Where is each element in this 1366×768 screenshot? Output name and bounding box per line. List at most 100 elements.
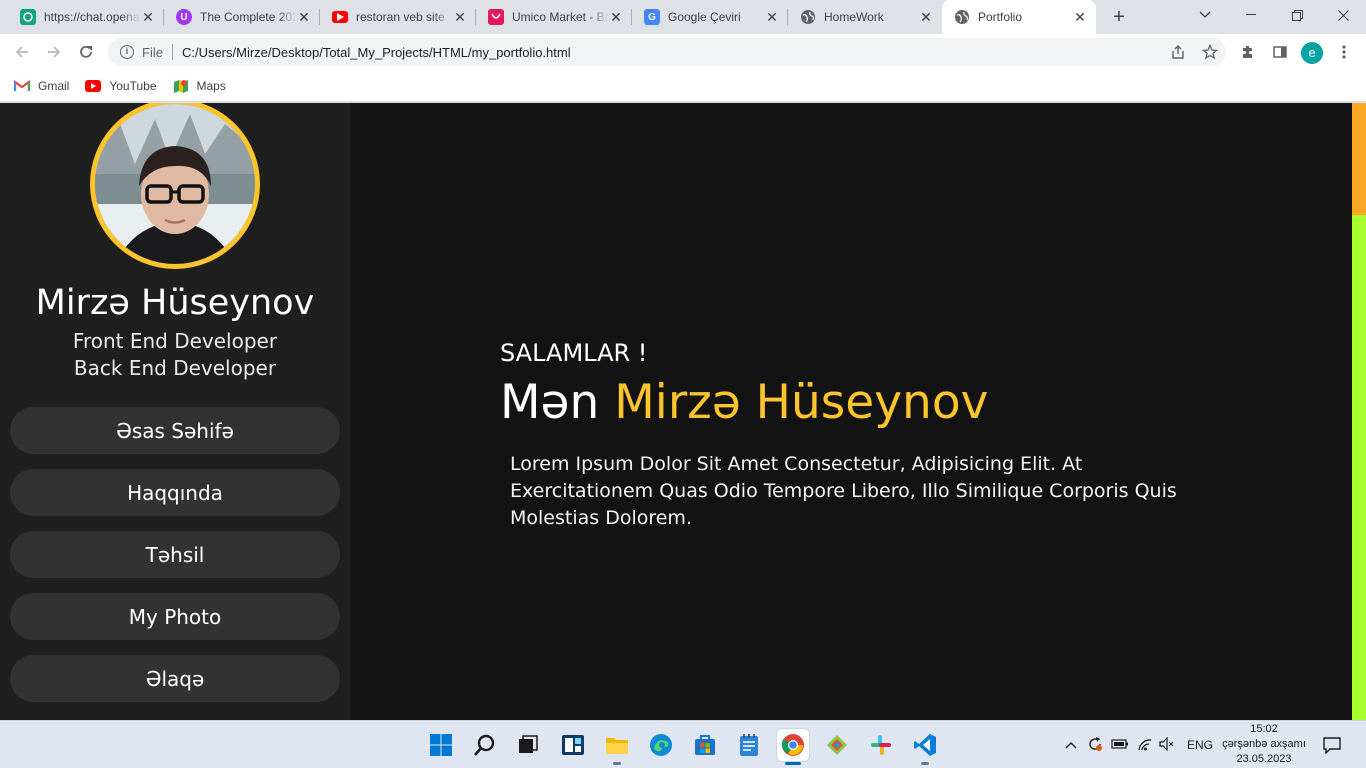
bookmark-youtube[interactable]: YouTube [85, 78, 157, 93]
url-text[interactable]: C:/Users/Mirze/Desktop/Total_My_Projects… [182, 45, 571, 60]
close-tab-icon[interactable]: ✕ [764, 9, 780, 25]
scheme-label: File [142, 44, 163, 60]
nav-photo-button[interactable]: My Photo [10, 593, 340, 640]
forward-icon[interactable] [42, 40, 66, 64]
hero-greeting: SALAMLAR ! [500, 339, 648, 367]
windows-start-icon[interactable] [425, 729, 457, 761]
address-bar[interactable]: i File C:/Users/Mirze/Desktop/Total_My_P… [108, 38, 1226, 66]
sidebar-role: Back End Developer [73, 356, 277, 380]
side-panel-icon[interactable] [1268, 40, 1292, 64]
chevron-up-icon[interactable] [1063, 738, 1079, 752]
nav-education-button[interactable]: Təhsil [10, 531, 340, 578]
tab-homework[interactable]: HomeWork ✕ [788, 0, 942, 34]
system-tray: ENG [1063, 721, 1213, 768]
chatgpt-icon [20, 9, 36, 25]
google-translate-icon: G [644, 9, 660, 25]
back-icon[interactable] [10, 40, 34, 64]
task-view-icon[interactable] [512, 729, 544, 761]
bookmark-label: YouTube [109, 78, 157, 93]
new-tab-button[interactable]: + [1108, 6, 1130, 28]
microsoft-store-icon[interactable] [689, 729, 721, 761]
scrollbar-thumb[interactable] [1352, 103, 1366, 215]
profile-avatar[interactable]: e [1301, 42, 1323, 64]
address-separator [171, 44, 173, 60]
share-icon[interactable] [1168, 42, 1188, 62]
tab-title: Umico Market - Baş səhifə [512, 10, 608, 24]
close-tab-icon[interactable]: ✕ [608, 9, 624, 25]
windows-taskbar: ENG 15:02 çərşənbə axşamı 23.05.2023 [0, 720, 1366, 768]
tab-google-translate[interactable]: G Google Çeviri ✕ [632, 0, 788, 34]
tab-title: Google Çeviri [668, 10, 741, 24]
bookmark-gmail[interactable]: Gmail [14, 79, 69, 93]
bookmark-star-icon[interactable] [1200, 42, 1220, 62]
nav-home-button[interactable]: Əsas Səhifə [10, 407, 340, 454]
language-indicator[interactable]: ENG [1187, 738, 1213, 752]
close-tab-icon[interactable]: ✕ [296, 9, 312, 25]
nav-about-button[interactable]: Haqqında [10, 469, 340, 516]
chrome-icon[interactable] [777, 729, 809, 765]
system-clock[interactable]: 15:02 çərşənbə axşamı 23.05.2023 [1216, 722, 1312, 767]
bookmarks-bar: Gmail YouTube Maps [0, 70, 1366, 102]
tab-chatgpt[interactable]: https://chat.openai.com ✕ [8, 0, 164, 34]
search-icon[interactable] [469, 729, 501, 761]
gmail-icon [14, 79, 30, 92]
more-menu-icon[interactable] [1332, 40, 1356, 64]
hero-title-prefix: Mən [500, 375, 600, 430]
tab-umico[interactable]: Umico Market - Baş səhifə ✕ [476, 0, 632, 34]
tab-title: HomeWork [824, 10, 884, 24]
clock-date: 23.05.2023 [1236, 753, 1292, 765]
sync-icon[interactable] [1087, 736, 1103, 755]
udemy-icon: U [176, 9, 192, 25]
vscode-icon[interactable] [909, 729, 941, 765]
tab-search-icon[interactable] [1182, 0, 1228, 30]
restore-icon[interactable] [1274, 0, 1320, 30]
wifi-icon[interactable] [1137, 737, 1153, 754]
tab-youtube[interactable]: restoran veb site ✕ [320, 0, 476, 34]
profile-photo [90, 103, 260, 269]
notepad-icon[interactable] [733, 729, 765, 761]
globe-icon [800, 9, 816, 25]
notifications-icon[interactable] [1322, 721, 1342, 768]
maps-icon [173, 79, 189, 93]
page-viewport: Mirzə Hüseynov Front End Developer Back … [0, 103, 1366, 720]
close-tab-icon[interactable]: ✕ [452, 9, 468, 25]
browser-toolbar: i File C:/Users/Mirze/Desktop/Total_My_P… [0, 34, 1366, 70]
youtube-icon [85, 79, 102, 92]
extensions-icon[interactable] [1236, 40, 1260, 64]
globe-icon [954, 9, 970, 25]
sidebar-role: Front End Developer [72, 329, 278, 353]
tab-portfolio[interactable]: Portfolio ✕ [942, 0, 1096, 34]
tab-title: The Complete 2023 Web Development Bootca… [200, 10, 296, 24]
tab-udemy[interactable]: U The Complete 2023 Web Development Boot… [164, 0, 320, 34]
tab-title: restoran veb site [356, 10, 445, 24]
tab-strip: https://chat.openai.com ✕ U The Complete… [0, 0, 1366, 34]
close-window-icon[interactable] [1320, 0, 1366, 30]
clock-time: 15:02 [1250, 723, 1278, 735]
hero-title-name: Mirzə Hüseynov [614, 375, 989, 430]
close-tab-icon[interactable]: ✕ [140, 9, 156, 25]
hero-description: Lorem Ipsum Dolor Sit Amet Consectetur, … [510, 453, 1177, 529]
reload-icon[interactable] [74, 40, 98, 64]
slack-icon[interactable] [865, 729, 897, 761]
close-tab-icon[interactable]: ✕ [1072, 9, 1088, 25]
minimize-icon[interactable] [1228, 0, 1274, 30]
file-explorer-icon[interactable] [601, 729, 633, 765]
hero-section: SALAMLAR ! Mən Mirzə Hüseynov Lorem Ipsu… [500, 339, 1177, 529]
umico-icon [488, 9, 504, 25]
widgets-icon[interactable] [557, 729, 589, 761]
bookmark-label: Maps [196, 78, 226, 93]
close-tab-icon[interactable]: ✕ [918, 9, 934, 25]
nav-contact-button[interactable]: Əlaqə [10, 655, 340, 702]
edge-icon[interactable] [645, 729, 677, 761]
bookmark-label: Gmail [38, 78, 70, 93]
git-kraken-icon[interactable] [821, 729, 853, 761]
hero-title: Mən Mirzə Hüseynov [500, 375, 988, 430]
tab-title: Portfolio [978, 10, 1023, 24]
clock-day: çərşənbə axşamı [1222, 738, 1306, 750]
sidebar-name: Mirzə Hüseynov [35, 283, 315, 323]
bookmark-maps[interactable]: Maps [173, 79, 226, 93]
volume-muted-icon[interactable] [1159, 736, 1175, 754]
site-info-icon[interactable]: i [120, 45, 134, 59]
portfolio-sidebar: Mirzə Hüseynov Front End Developer Back … [0, 103, 350, 720]
battery-icon[interactable] [1111, 738, 1129, 753]
